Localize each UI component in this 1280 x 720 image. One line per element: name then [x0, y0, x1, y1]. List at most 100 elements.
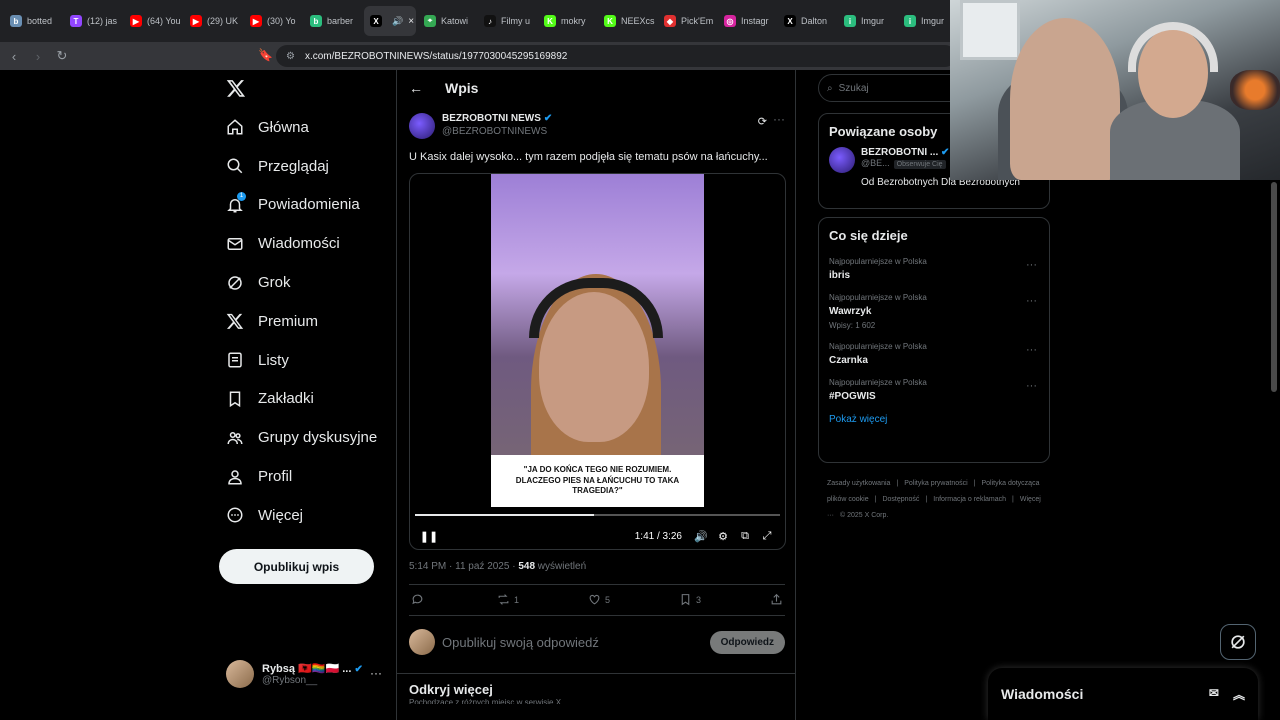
- share-icon: [771, 593, 782, 605]
- browser-tab[interactable]: Kmokry: [538, 6, 596, 36]
- footer-link[interactable]: Dostępność: [882, 496, 919, 503]
- nav-item-label: Zakładki: [258, 390, 314, 408]
- nav-item-bookmark[interactable]: Zakładki: [226, 380, 396, 419]
- nav-item-more-circle[interactable]: Więcej: [226, 496, 396, 535]
- author-handle[interactable]: @BEZROBOTNINEWS: [442, 126, 552, 137]
- video-controls: ❚❚ 1:41 / 3:26 🔊 ⚙ ⧉ ⤢: [418, 526, 778, 546]
- account-switcher[interactable]: Rybsą 🇦🇱🏳️‍🌈🇵🇱 ... ✔ @Rybson__ ···: [226, 658, 386, 690]
- footer-link[interactable]: © 2025 X Corp.: [840, 512, 888, 519]
- tab-favicon-icon: i: [844, 15, 856, 27]
- video-progress-bar[interactable]: [415, 514, 780, 516]
- browser-tab[interactable]: ◆ Pick'Em: [658, 6, 716, 36]
- tab-label: Dalton: [801, 16, 828, 26]
- nav-item-grok[interactable]: Grok: [226, 263, 396, 302]
- avatar[interactable]: [829, 147, 855, 173]
- nav-item-home[interactable]: Główna: [226, 108, 396, 147]
- nav-item-search[interactable]: Przeglądaj: [226, 147, 396, 186]
- reply-action[interactable]: [411, 593, 428, 606]
- reply-input[interactable]: Opublikuj swoją odpowiedź: [442, 635, 599, 650]
- browser-tab[interactable]: ▶ (64) You: [124, 6, 182, 36]
- settings-icon[interactable]: ⚙: [712, 530, 734, 543]
- tweet-author[interactable]: BEZROBOTNI NEWS ✔ @BEZROBOTNINEWS: [409, 113, 552, 139]
- url-bar[interactable]: ⚙ x.com/BEZROBOTNINEWS/status/1977030045…: [276, 45, 956, 67]
- grok-float-button[interactable]: [1220, 624, 1256, 660]
- fullscreen-icon[interactable]: ⤢: [756, 530, 778, 543]
- browser-tab[interactable]: b barber: [304, 6, 362, 36]
- discover-subtitle: Pochodzące z różnych miejsc w serwisie X: [409, 698, 562, 704]
- browser-tab[interactable]: i Imgur: [898, 6, 956, 36]
- author-avatar[interactable]: [409, 113, 435, 139]
- messages-dock[interactable]: Wiadomości ✉ ︽: [988, 668, 1258, 720]
- nav-item-bell[interactable]: 1 Powiadomienia: [226, 186, 396, 225]
- post-button[interactable]: Opublikuj wpis: [219, 549, 374, 584]
- browser-tab[interactable]: ◎ Instagr: [718, 6, 776, 36]
- nav-item-label: Powiadomienia: [258, 196, 360, 214]
- back-arrow-icon[interactable]: ←: [409, 80, 423, 96]
- trend-item[interactable]: Najpopularniejsze w Polska #POGWIS ···: [819, 372, 1049, 408]
- bookmark-action[interactable]: 3: [679, 593, 701, 606]
- tweet-timestamp[interactable]: 5:14 PM · 11 paź 2025 ·: [409, 561, 518, 572]
- browser-tab[interactable]: X 🔊 ×: [364, 6, 416, 36]
- bookmark-star-icon[interactable]: 🔖: [258, 48, 273, 62]
- video-player[interactable]: "JA DO KOŃCA TEGO NIE ROZUMIEM. DLACZEGO…: [409, 173, 786, 550]
- more-icon[interactable]: ···: [370, 666, 382, 680]
- nav-item-mail[interactable]: Wiadomości: [226, 224, 396, 263]
- author-name[interactable]: BEZROBOTNI NEWS: [442, 113, 541, 124]
- browser-tab[interactable]: ♪ Filmy u: [478, 6, 536, 36]
- tweet-more-icon[interactable]: ···: [773, 112, 785, 126]
- trend-context: Najpopularniejsze w Polska: [829, 257, 927, 266]
- browser-tab[interactable]: K NEEXcs: [598, 6, 656, 36]
- close-tab-icon[interactable]: ×: [408, 16, 414, 27]
- trend-item[interactable]: Najpopularniejsze w Polska Czarnka ···: [819, 336, 1049, 372]
- footer-link[interactable]: Zasady użytkowania: [827, 480, 890, 487]
- browser-tab[interactable]: ▶ (30) Yo: [244, 6, 302, 36]
- nav-item-x-logo[interactable]: Premium: [226, 302, 396, 341]
- trend-more-icon[interactable]: ···: [1026, 380, 1037, 392]
- views-count: 548: [518, 561, 536, 572]
- expand-icon[interactable]: ︽: [1233, 686, 1245, 703]
- trend-more-icon[interactable]: ···: [1026, 295, 1037, 307]
- reply-button[interactable]: Odpowiedz: [709, 630, 785, 654]
- reply-composer: Opublikuj swoją odpowiedź Odpowiedz: [409, 628, 785, 656]
- x-logo-icon[interactable]: [226, 78, 246, 98]
- volume-icon[interactable]: 🔊: [690, 530, 712, 543]
- account-name: Rybsą 🇦🇱🏳️‍🌈🇵🇱 ...: [262, 663, 352, 675]
- scrollbar[interactable]: [1271, 182, 1277, 392]
- mute-icon[interactable]: 🔊: [392, 16, 403, 27]
- nav-item-list[interactable]: Listy: [226, 341, 396, 380]
- like-action[interactable]: 5: [588, 593, 610, 606]
- back-icon[interactable]: ‹: [4, 46, 24, 66]
- trend-item[interactable]: Najpopularniejsze w Polska Wawrzyk Wpisy:…: [819, 287, 1049, 336]
- nav-item-person[interactable]: Profil: [226, 457, 396, 496]
- tab-favicon-icon: b: [10, 15, 22, 27]
- repost-action[interactable]: 1: [497, 593, 519, 606]
- reload-icon[interactable]: ↻: [52, 46, 72, 66]
- trend-more-icon[interactable]: ···: [1026, 344, 1037, 356]
- forward-icon[interactable]: ›: [28, 46, 48, 66]
- grok-icon: [228, 275, 242, 290]
- trend-title: Czarnka: [829, 355, 868, 366]
- footer-link[interactable]: Informacja o reklamach: [933, 496, 1006, 503]
- picture-in-picture-icon[interactable]: ⧉: [734, 530, 756, 543]
- trend-title: ibris: [829, 270, 851, 281]
- discover-title: Odkryj więcej: [409, 682, 493, 697]
- browser-tab[interactable]: X Dalton: [778, 6, 836, 36]
- new-message-icon[interactable]: ✉: [1209, 686, 1219, 703]
- pause-icon[interactable]: ❚❚: [418, 530, 440, 543]
- grok-explain-icon[interactable]: ⟳: [758, 115, 767, 128]
- browser-tab[interactable]: i Imgur: [838, 6, 896, 36]
- browser-tab[interactable]: ⌖ Katowi: [418, 6, 476, 36]
- share-action[interactable]: [770, 593, 783, 606]
- verified-badge-icon: ✔: [941, 147, 950, 158]
- show-more-link[interactable]: Pokaż więcej: [819, 408, 1049, 437]
- browser-tab[interactable]: T (12) jas: [64, 6, 122, 36]
- browser-tab[interactable]: b botted: [4, 6, 62, 36]
- site-info-icon[interactable]: ⚙: [286, 51, 295, 62]
- related-name[interactable]: BEZROBOTNI ...: [861, 147, 938, 158]
- trend-more-icon[interactable]: ···: [1026, 259, 1037, 271]
- footer-link[interactable]: Polityka prywatności: [904, 480, 967, 487]
- browser-tab[interactable]: ▶ (29) UK: [184, 6, 242, 36]
- nav-item-people[interactable]: Grupy dyskusyjne: [226, 418, 396, 457]
- trend-item[interactable]: Najpopularniejsze w Polska ibris ···: [819, 251, 1049, 287]
- bookmark-icon: [681, 594, 690, 606]
